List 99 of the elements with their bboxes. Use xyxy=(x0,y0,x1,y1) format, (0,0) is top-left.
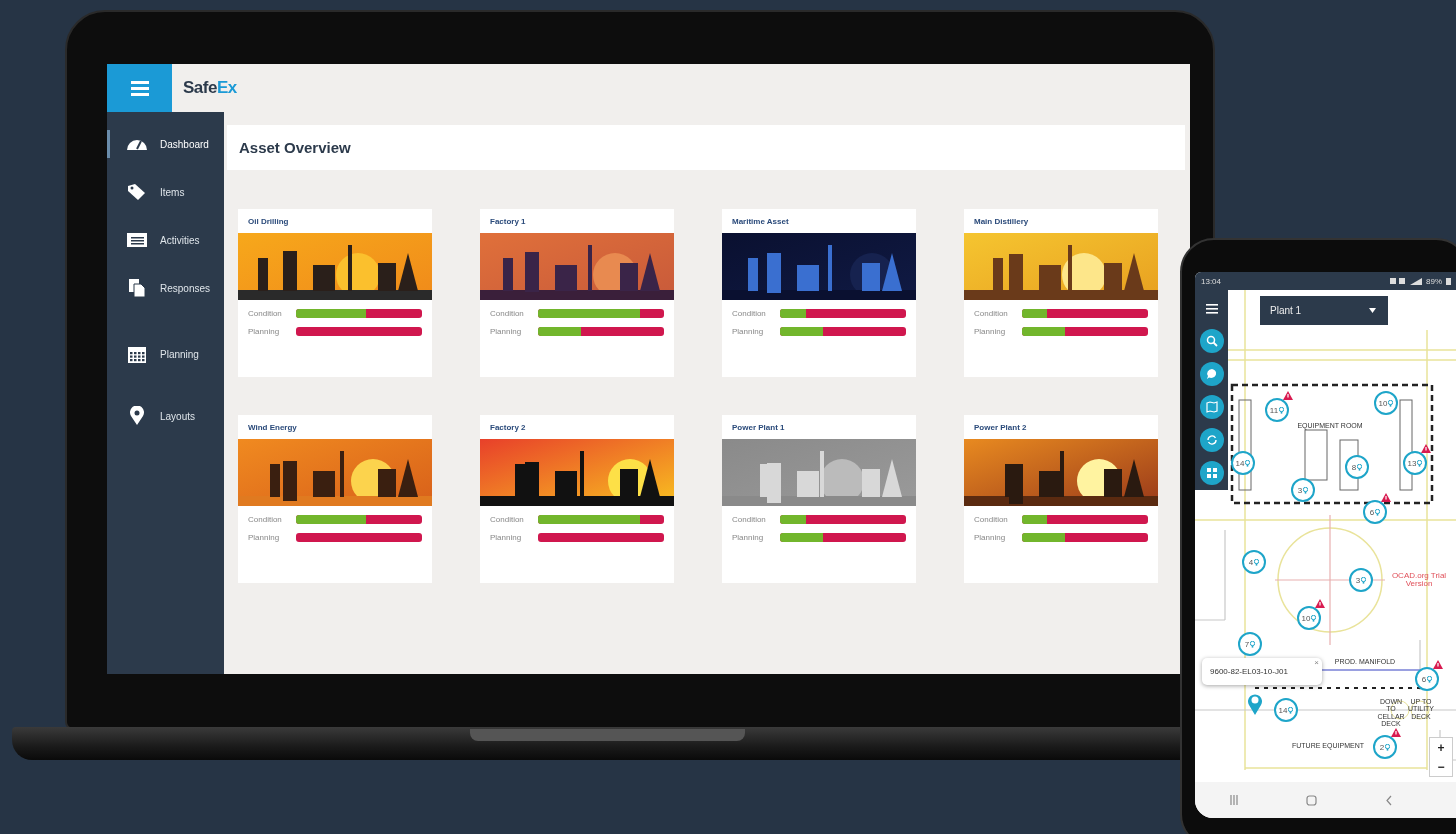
sidebar-item[interactable]: Layouts xyxy=(107,402,224,430)
map-marker[interactable]: 3 xyxy=(1291,478,1315,502)
sidebar-item[interactable]: Responses xyxy=(107,274,224,302)
map-marker[interactable]: 3 xyxy=(1349,568,1373,592)
bulb-icon xyxy=(1288,706,1294,714)
zoom-in-button[interactable] xyxy=(1199,329,1224,353)
bar-label: Condition xyxy=(732,309,767,318)
bulb-icon xyxy=(1311,614,1317,622)
map-marker[interactable]: 13 xyxy=(1403,451,1427,475)
documents-icon xyxy=(126,278,148,298)
bar-label: Condition xyxy=(732,515,767,524)
map-marker[interactable]: 8 xyxy=(1345,455,1369,479)
bar-label: Condition xyxy=(974,515,1009,524)
asset-card[interactable]: Factory 2 Condition Planning xyxy=(480,415,674,583)
asset-card[interactable]: Main Distillery Condition Planning xyxy=(964,209,1158,377)
card-title: Power Plant 2 xyxy=(973,422,1028,434)
card-title: Factory 1 xyxy=(489,216,527,228)
bulb-icon xyxy=(1417,459,1423,467)
sidebar-item[interactable]: Dashboard xyxy=(107,130,224,158)
bar-label: Planning xyxy=(732,533,765,542)
bar-label: Condition xyxy=(248,515,283,524)
map-marker[interactable]: 10 xyxy=(1374,391,1398,415)
bulb-icon xyxy=(1303,486,1309,494)
grid-icon xyxy=(1205,467,1218,479)
magnifier-icon xyxy=(1205,335,1218,347)
bulb-icon xyxy=(1361,576,1367,584)
caret-icon xyxy=(1369,308,1376,313)
tooltip-text: 9600-82-EL03-10-J01 xyxy=(1210,667,1288,676)
battery-icon xyxy=(1446,277,1451,285)
card-title: Wind Energy xyxy=(247,422,298,434)
speech-bubble-icon xyxy=(1205,368,1218,380)
card-title: Maritime Asset xyxy=(731,216,790,228)
bar-label: Condition xyxy=(974,309,1009,318)
bar-label: Planning xyxy=(490,327,523,336)
map-marker[interactable]: 7 xyxy=(1238,632,1262,656)
refresh-button[interactable] xyxy=(1199,428,1224,452)
bar-label: Condition xyxy=(490,515,525,524)
bulb-icon xyxy=(1254,558,1260,566)
list-icon xyxy=(126,230,148,250)
asset-card[interactable]: Oil Drilling Condition Planning xyxy=(238,209,432,377)
map-marker[interactable]: 14 xyxy=(1274,698,1298,722)
bar-label: Planning xyxy=(732,327,765,336)
logo: SafeEx xyxy=(183,78,237,98)
bulb-icon xyxy=(1427,675,1433,683)
card-title: Factory 2 xyxy=(489,422,527,434)
back-icon xyxy=(1385,794,1394,806)
bulb-icon xyxy=(1385,743,1391,751)
notification-icon xyxy=(1390,278,1406,284)
status-time: 13:04 xyxy=(1201,276,1222,286)
card-title: Main Distillery xyxy=(973,216,1030,228)
page-title: Asset Overview xyxy=(239,139,351,156)
bar-label: Planning xyxy=(974,533,1007,542)
recents-icon xyxy=(1228,795,1239,805)
calendar-icon xyxy=(126,344,148,364)
sidebar-item[interactable]: Items xyxy=(107,178,224,206)
map-button[interactable] xyxy=(1199,395,1224,419)
bulb-icon xyxy=(1250,640,1256,648)
map-marker[interactable]: 2 xyxy=(1373,735,1397,759)
bar-label: Planning xyxy=(248,327,281,336)
menu-icon xyxy=(130,80,149,96)
asset-card[interactable]: Wind Energy Condition Planning xyxy=(238,415,432,583)
bulb-icon xyxy=(1375,508,1381,516)
close-button[interactable]: × xyxy=(1314,659,1319,667)
refresh-icon xyxy=(1205,434,1218,446)
card-title: Oil Drilling xyxy=(247,216,290,228)
home-icon xyxy=(1306,794,1318,806)
comment-button[interactable] xyxy=(1199,362,1224,386)
sidebar-item[interactable]: Activities xyxy=(107,226,224,254)
bulb-icon xyxy=(1279,406,1285,414)
card-title: Power Plant 1 xyxy=(731,422,786,434)
bar-label: Condition xyxy=(490,309,525,318)
signal-icon xyxy=(1410,277,1422,285)
tags-icon xyxy=(126,182,148,202)
plan-label: OCAD.org Trial Version xyxy=(1391,572,1447,589)
asset-card[interactable]: Power Plant 2 Condition Planning xyxy=(964,415,1158,583)
bar-label: Condition xyxy=(248,309,283,318)
map-marker[interactable]: 6 xyxy=(1415,667,1439,691)
map-marker[interactable]: 6 xyxy=(1363,500,1387,524)
asset-card[interactable]: Maritime Asset Condition Planning xyxy=(722,209,916,377)
asset-card[interactable]: Factory 1 Condition Planning xyxy=(480,209,674,377)
menu-button[interactable] xyxy=(1205,302,1218,314)
location-pin-icon xyxy=(1247,693,1263,715)
menu-icon xyxy=(1205,304,1218,314)
map-icon xyxy=(1205,401,1218,413)
map-marker[interactable]: 14 xyxy=(1231,451,1255,475)
bulb-icon xyxy=(1357,463,1363,471)
bar-label: Planning xyxy=(974,327,1007,336)
map-marker[interactable]: 10 xyxy=(1297,606,1321,630)
map-marker[interactable]: 4 xyxy=(1242,550,1266,574)
battery-level: 89% xyxy=(1426,276,1442,286)
bar-label: Planning xyxy=(248,533,281,542)
sidebar-item[interactable]: Planning xyxy=(107,340,224,368)
layers-button[interactable] xyxy=(1199,461,1224,485)
asset-card[interactable]: Power Plant 1 Condition Planning xyxy=(722,415,916,583)
map-marker[interactable]: 11 xyxy=(1265,398,1289,422)
bulb-icon xyxy=(1245,459,1251,467)
bulb-icon xyxy=(1388,399,1394,407)
plant-dropdown[interactable]: Plant 1 xyxy=(1260,296,1388,325)
bar-label: Planning xyxy=(490,533,523,542)
